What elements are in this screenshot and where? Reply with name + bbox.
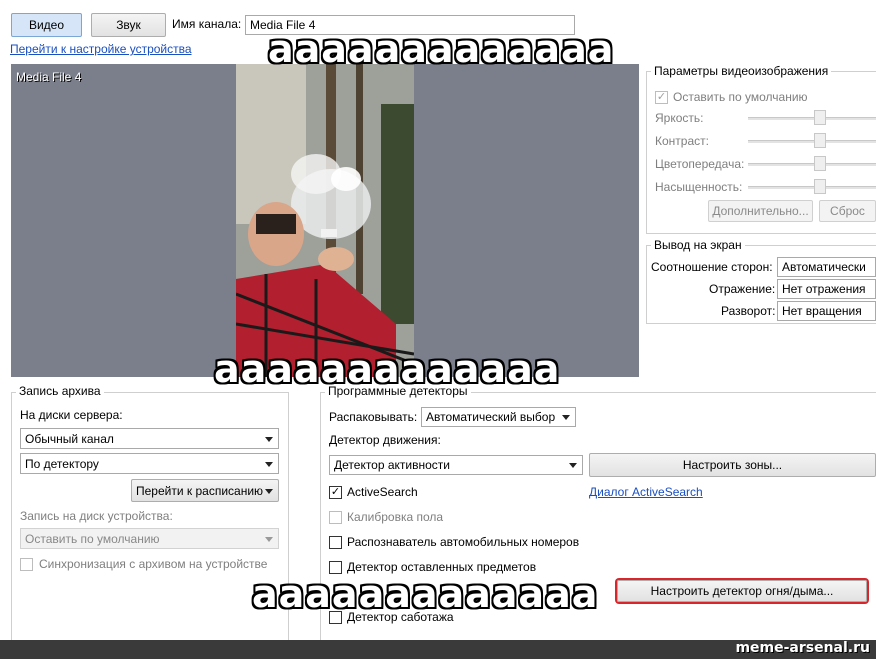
sync-archive-checkbox[interactable] [20, 558, 33, 571]
mirror-select[interactable]: Нет отражения [777, 279, 876, 299]
configure-zones-button[interactable]: Настроить зоны... [589, 453, 876, 477]
chevron-down-icon [265, 488, 273, 494]
contrast-slider[interactable] [748, 140, 876, 143]
color-slider-thumb[interactable] [814, 156, 826, 171]
activesearch-checkbox[interactable]: ✓ [329, 486, 342, 499]
aspect-select[interactable]: Автоматически [777, 257, 876, 277]
chevron-down-icon [562, 415, 570, 420]
archive-title: Запись архива [16, 384, 104, 398]
contrast-label: Контраст: [655, 134, 709, 148]
video-frame [236, 64, 414, 377]
device-settings-link[interactable]: Перейти к настройке устройства [10, 42, 192, 56]
unpack-label: Распаковывать: [329, 410, 418, 424]
brightness-label: Яркость: [655, 111, 704, 125]
color-label: Цветопередача: [655, 157, 745, 171]
video-frame-image [236, 64, 414, 377]
record-mode-select[interactable]: По детектору [20, 453, 279, 474]
meme-caption-middle: ааааааааааааа [214, 347, 561, 391]
contrast-slider-thumb[interactable] [814, 133, 826, 148]
keep-default-checkbox[interactable]: ✓ [655, 91, 668, 104]
saturation-label: Насыщенность: [655, 180, 743, 194]
saturation-slider-thumb[interactable] [814, 179, 826, 194]
tab-sound[interactable]: Звук [91, 13, 166, 37]
keep-default-label: Оставить по умолчанию [673, 90, 808, 104]
reset-button[interactable]: Сброс [819, 200, 876, 222]
meme-caption-top: ааааааааааааа [268, 27, 615, 71]
plate-recognizer-label: Распознаватель автомобильных номеров [347, 535, 580, 549]
video-preview[interactable]: Media File 4 [11, 64, 639, 377]
sync-archive-label: Синхронизация с архивом на устройстве [39, 557, 268, 571]
display-title: Вывод на экран [651, 238, 745, 252]
chevron-down-icon [265, 461, 273, 467]
advanced-button[interactable]: Дополнительно... [708, 200, 813, 222]
floor-calibration-label: Калибровка пола [347, 510, 444, 524]
motion-detector-select[interactable]: Детектор активности [329, 455, 583, 475]
watermark-text: meme-arsenal.ru [735, 640, 870, 656]
record-mode-value: По детектору [25, 456, 99, 471]
chevron-down-icon [265, 536, 273, 542]
floor-calibration-checkbox[interactable] [329, 511, 342, 524]
rotate-select[interactable]: Нет вращения [777, 301, 876, 321]
channel-name-label: Имя канала: [172, 17, 242, 31]
aspect-label: Соотношение сторон: [651, 260, 773, 274]
server-disks-label: На диски сервера: [20, 408, 123, 422]
activesearch-label: ActiveSearch [347, 485, 418, 499]
fire-smoke-detector-button[interactable]: Настроить детектор огня/дыма... [617, 580, 867, 602]
schedule-button[interactable]: Перейти к расписанию [131, 479, 279, 502]
device-record-value: Оставить по умолчанию [25, 531, 160, 546]
motion-detector-label: Детектор движения: [329, 433, 441, 447]
device-record-select[interactable]: Оставить по умолчанию [20, 528, 279, 549]
motion-detector-value: Детектор активности [334, 458, 450, 472]
channel-type-value: Обычный канал [25, 431, 114, 446]
preview-channel-title: Media File 4 [16, 70, 82, 84]
plate-recognizer-checkbox[interactable] [329, 536, 342, 549]
chevron-down-icon [265, 436, 273, 442]
mirror-label: Отражение: [709, 282, 776, 296]
brightness-slider[interactable] [748, 117, 876, 120]
tab-video[interactable]: Видео [11, 13, 82, 37]
device-disk-label: Запись на диск устройства: [20, 509, 173, 523]
brightness-slider-thumb[interactable] [814, 110, 826, 125]
schedule-button-label: Перейти к расписанию [136, 483, 264, 498]
rotate-label: Разворот: [721, 304, 776, 318]
meme-caption-bottom: ааааааааааааа [252, 572, 599, 616]
color-slider[interactable] [748, 163, 876, 166]
chevron-down-icon [569, 463, 577, 468]
unpack-select[interactable]: Автоматический выбор [421, 407, 576, 427]
image-params-title: Параметры видеоизображения [651, 64, 832, 78]
unpack-value: Автоматический выбор [426, 410, 556, 424]
channel-type-select[interactable]: Обычный канал [20, 428, 279, 449]
activesearch-dialog-link[interactable]: Диалог ActiveSearch [589, 485, 703, 499]
saturation-slider[interactable] [748, 186, 876, 189]
